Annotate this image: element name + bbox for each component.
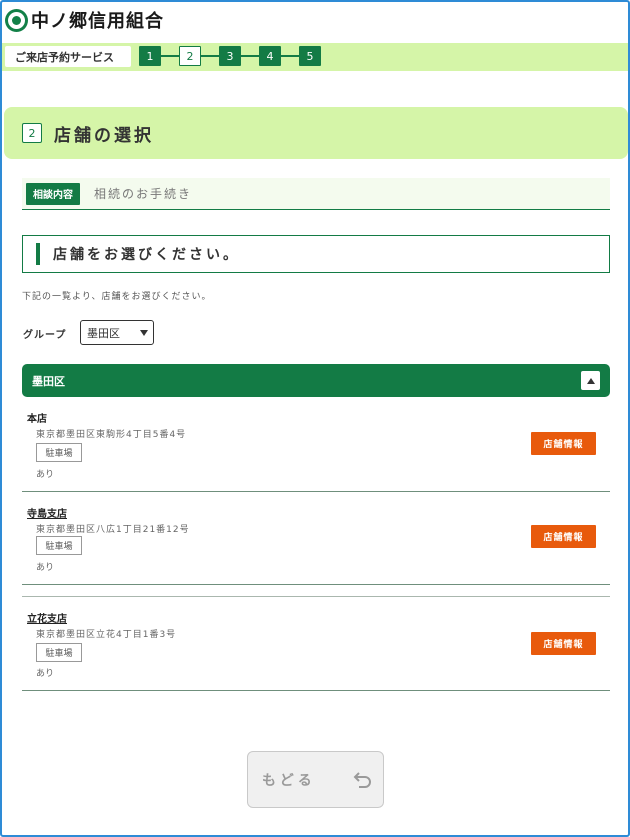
step-3: 3 <box>219 46 241 66</box>
section-heading: 店舗をお選びください。 <box>22 235 610 273</box>
area-accordion-header[interactable]: 墨田区 <box>22 364 610 397</box>
consultation-badge: 相談内容 <box>26 182 80 205</box>
step-connector <box>200 55 220 57</box>
section-accent-bar <box>36 243 40 265</box>
branch-address: 東京都墨田区東駒形4丁目5番4号 <box>36 430 187 440</box>
back-button[interactable]: もどる <box>247 751 384 808</box>
logo-text: 中ノ郷信用組合 <box>31 11 164 32</box>
store-info-button[interactable]: 店舗情報 <box>531 432 596 455</box>
branch-name[interactable]: 寺島支店 <box>27 505 67 520</box>
group-select[interactable]: 墨田区 <box>80 320 154 345</box>
group-label: グループ <box>23 330 67 341</box>
branch-name[interactable]: 立花支店 <box>27 610 67 625</box>
step-connector <box>160 55 180 57</box>
parking-value: あり <box>36 563 55 573</box>
step-5: 5 <box>299 46 321 66</box>
step-1: 1 <box>139 46 161 66</box>
instruction-text: 下記の一覧より、店舗をお選びください。 <box>22 292 212 302</box>
page-title-banner: 2 店舗の選択 <box>4 107 628 159</box>
return-arrow-icon <box>353 772 371 788</box>
consultation-value: 相続のお手続き <box>94 187 193 201</box>
collapse-button[interactable] <box>581 371 600 390</box>
store-info-button[interactable]: 店舗情報 <box>531 632 596 655</box>
service-label: ご来店予約サービス <box>5 46 131 67</box>
parking-tag: 駐車場 <box>36 536 82 555</box>
branch-item: 寺島支店 東京都墨田区八広1丁目21番12号 駐車場 あり 店舗情報 <box>22 500 610 585</box>
progress-stepper: ご来店予約サービス 1 2 3 4 5 <box>2 43 628 71</box>
consultation-row: 相談内容 相続のお手続き <box>22 178 610 210</box>
branch-name: 本店 <box>27 414 47 425</box>
branch-item: 本店 東京都墨田区東駒形4丁目5番4号 駐車場 あり 店舗情報 <box>22 405 610 492</box>
step-connector <box>240 55 260 57</box>
parking-value: あり <box>36 669 55 679</box>
chevron-down-icon <box>140 330 148 336</box>
site-logo[interactable]: 中ノ郷信用組合 <box>5 8 164 32</box>
logo-mark-icon <box>5 8 28 32</box>
branch-item: 立花支店 東京都墨田区立花4丁目1番3号 駐車場 あり 店舗情報 <box>22 605 610 691</box>
section-heading-text: 店舗をお選びください。 <box>53 247 240 263</box>
page-step-number: 2 <box>22 123 42 143</box>
group-select-value: 墨田区 <box>87 326 120 340</box>
step-connector <box>280 55 300 57</box>
step-4: 4 <box>259 46 281 66</box>
store-info-button[interactable]: 店舗情報 <box>531 525 596 548</box>
area-name: 墨田区 <box>32 374 65 388</box>
back-button-label: もどる <box>262 772 316 789</box>
branch-address: 東京都墨田区八広1丁目21番12号 <box>36 525 190 535</box>
branch-address: 東京都墨田区立花4丁目1番3号 <box>36 630 177 640</box>
chevron-up-icon <box>586 377 595 384</box>
parking-tag: 駐車場 <box>36 643 82 662</box>
divider <box>22 596 610 597</box>
page-title: 店舗の選択 <box>54 125 154 146</box>
step-2-current: 2 <box>179 46 201 66</box>
parking-value: あり <box>36 470 55 480</box>
parking-tag: 駐車場 <box>36 443 82 462</box>
